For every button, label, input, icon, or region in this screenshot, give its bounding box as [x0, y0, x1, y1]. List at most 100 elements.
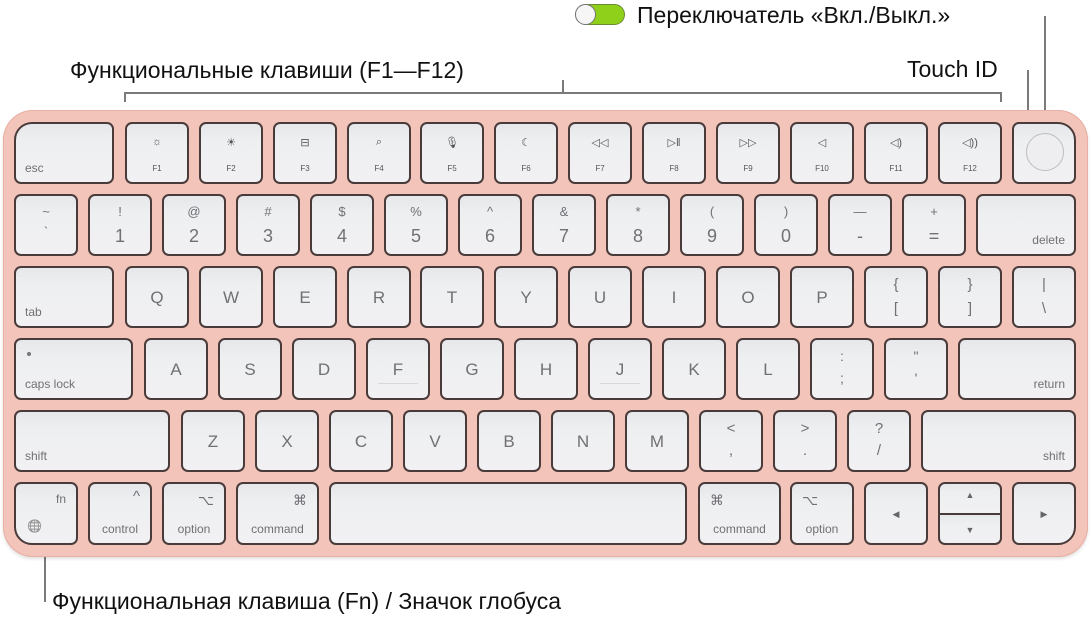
- key-bottom-symbol: 3: [262, 226, 273, 246]
- key-y[interactable]: Y: [494, 266, 558, 328]
- key-f[interactable]: F: [366, 338, 430, 400]
- f5-icon: 🎙: [445, 137, 459, 149]
- key-comma[interactable]: <,: [699, 410, 763, 472]
- key-s[interactable]: S: [218, 338, 282, 400]
- key-control[interactable]: ^ control: [88, 482, 152, 545]
- key-caps-lock[interactable]: caps lock: [14, 338, 133, 400]
- key-grave[interactable]: ~ `: [14, 194, 78, 256]
- key-f12[interactable]: ◁)) F12: [938, 122, 1002, 184]
- key-1[interactable]: ! 1: [88, 194, 152, 256]
- key-bottom-symbol: 8: [632, 226, 643, 246]
- command-symbol-icon: ⌘: [293, 492, 307, 508]
- key-i[interactable]: I: [642, 266, 706, 328]
- key-command-left[interactable]: ⌘ command: [236, 482, 319, 545]
- key-n[interactable]: N: [551, 410, 615, 472]
- key-semicolon[interactable]: :;: [810, 338, 874, 400]
- key-=[interactable]: + =: [902, 194, 966, 256]
- key-4[interactable]: $4: [310, 194, 374, 256]
- f7-icon: ◁◁: [591, 137, 609, 149]
- key-period[interactable]: >.: [773, 410, 837, 472]
- key-shift-left[interactable]: shift: [14, 410, 170, 472]
- key-6[interactable]: ^ 6: [458, 194, 522, 256]
- key-option-right[interactable]: ⌥ option: [790, 482, 854, 545]
- f3-icon: ⊟: [300, 137, 310, 149]
- key-bottom-symbol: \: [1041, 300, 1047, 317]
- key-r[interactable]: R: [347, 266, 411, 328]
- key-slash[interactable]: ? /: [847, 410, 911, 472]
- key-p[interactable]: P: [790, 266, 854, 328]
- key-arrow-up[interactable]: ▲: [938, 482, 1002, 515]
- key-bottom-symbol: 9: [706, 226, 717, 246]
- key-bottom-symbol: =: [928, 226, 940, 246]
- key-f6[interactable]: ☾ F6: [494, 122, 558, 184]
- key-f10-label: F10: [815, 164, 829, 173]
- key-top-symbol: !: [118, 204, 122, 219]
- key-g[interactable]: G: [440, 338, 504, 400]
- key-k[interactable]: K: [662, 338, 726, 400]
- key-delete[interactable]: delete: [976, 194, 1076, 256]
- key-command-right[interactable]: ⌘ command: [698, 482, 781, 545]
- key-q[interactable]: Q: [125, 266, 189, 328]
- key-l[interactable]: L: [736, 338, 800, 400]
- key-5[interactable]: % 5: [384, 194, 448, 256]
- key-label: U: [593, 288, 607, 307]
- key-2[interactable]: @2: [162, 194, 226, 256]
- key-f11[interactable]: ◁) F11: [864, 122, 928, 184]
- key-label: J: [615, 360, 625, 379]
- touch-id-sensor-icon[interactable]: [1026, 133, 1064, 171]
- key-f9[interactable]: ▷▷ F9: [716, 122, 780, 184]
- key-a[interactable]: A: [144, 338, 208, 400]
- key-b[interactable]: B: [477, 410, 541, 472]
- key-arrow-left[interactable]: ◀: [864, 482, 928, 545]
- key-f5[interactable]: 🎙 F5: [420, 122, 484, 184]
- key-o[interactable]: O: [716, 266, 780, 328]
- key-space[interactable]: [329, 482, 687, 545]
- arrow-up-icon: ▲: [965, 490, 975, 500]
- key-top-symbol: —: [853, 204, 867, 219]
- key-arrow-down[interactable]: ▼: [938, 513, 1002, 545]
- key-return[interactable]: return: [958, 338, 1076, 400]
- key-caps-lock-label: caps lock: [25, 377, 76, 391]
- key-f8[interactable]: ▷ǁ F8: [642, 122, 706, 184]
- key-tab[interactable]: tab: [14, 266, 114, 328]
- key-x[interactable]: X: [255, 410, 319, 472]
- key-quote[interactable]: " ': [884, 338, 948, 400]
- key-f7[interactable]: ◁◁ F7: [568, 122, 632, 184]
- key-option-left[interactable]: ⌥ option: [162, 482, 226, 545]
- key-label: N: [576, 432, 590, 451]
- key-u[interactable]: U: [568, 266, 632, 328]
- key-label: Q: [150, 288, 164, 307]
- key-v[interactable]: V: [403, 410, 467, 472]
- key-f3[interactable]: ⊟ F3: [273, 122, 337, 184]
- key-bracket-close[interactable]: }]: [938, 266, 1002, 328]
- key-f2[interactable]: ☀ F2: [199, 122, 263, 184]
- key-7[interactable]: & 7: [532, 194, 596, 256]
- key-arrow-right[interactable]: ▶: [1012, 482, 1076, 545]
- key-0[interactable]: ) 0: [754, 194, 818, 256]
- key-h[interactable]: H: [514, 338, 578, 400]
- key-f1[interactable]: ☼ F1: [125, 122, 189, 184]
- key-touch-id[interactable]: [1012, 122, 1076, 184]
- key-8[interactable]: * 8: [606, 194, 670, 256]
- key--[interactable]: — -: [828, 194, 892, 256]
- key-esc[interactable]: esc: [14, 122, 114, 184]
- key-backslash[interactable]: | \: [1012, 266, 1076, 328]
- key-bottom-symbol: -: [857, 226, 863, 246]
- key-c[interactable]: C: [329, 410, 393, 472]
- key-j[interactable]: J: [588, 338, 652, 400]
- key-shift-right[interactable]: shift: [921, 410, 1076, 472]
- key-f10[interactable]: ◁ F10: [790, 122, 854, 184]
- key-d[interactable]: D: [292, 338, 356, 400]
- key-z[interactable]: Z: [181, 410, 245, 472]
- key-fn-globe[interactable]: fn 🌐: [14, 482, 78, 545]
- key-3[interactable]: #3: [236, 194, 300, 256]
- option-symbol-icon: ⌥: [197, 492, 214, 508]
- key-bracket-open[interactable]: {[: [864, 266, 928, 328]
- key-f4[interactable]: ⌕ F4: [347, 122, 411, 184]
- key-9[interactable]: (9: [680, 194, 744, 256]
- key-t[interactable]: T: [420, 266, 484, 328]
- key-m[interactable]: M: [625, 410, 689, 472]
- key-w[interactable]: W: [199, 266, 263, 328]
- key-e[interactable]: E: [273, 266, 337, 328]
- key-top-symbol: }: [967, 276, 973, 293]
